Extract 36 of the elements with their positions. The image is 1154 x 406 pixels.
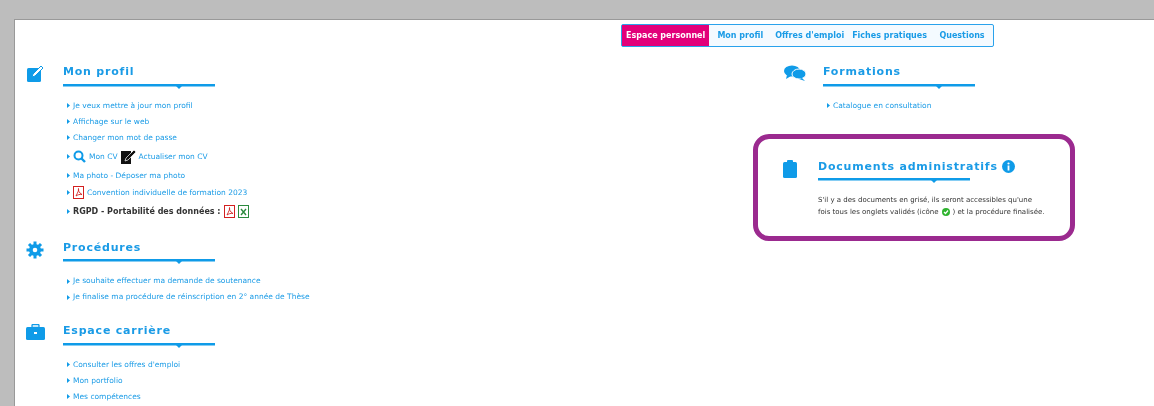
check-icon [941,208,950,216]
bullet-arrow-icon [67,378,70,383]
bullet-arrow-icon [67,119,70,124]
bullet-arrow-icon [67,362,70,367]
nav-tab[interactable]: Offres d'emploi [771,25,849,46]
bullet-arrow-icon [67,394,70,399]
nav-tab[interactable]: Questions [931,25,993,46]
bullet-arrow-icon [67,294,70,300]
gear-icon [26,240,44,259]
section-heading: Documents administratifs [818,158,998,175]
section-heading: Procédures [63,239,142,256]
nav-tab[interactable]: Espace personnel [622,25,710,46]
bullet-arrow-icon [67,154,70,159]
bullet-arrow-icon [67,173,70,178]
spreadsheet-file-icon[interactable] [237,205,249,218]
nav-tab[interactable]: Fiches pratiques [848,25,931,46]
document-edit-icon[interactable] [120,149,136,164]
pdf-file-icon[interactable] [73,186,84,199]
bullet-arrow-icon [67,209,70,214]
bullet-arrow-icon [827,103,830,108]
search-icon[interactable] [73,150,86,163]
data-portability-label: RGPD - Portabilité des données : [73,205,221,218]
section-heading: Mon profil [63,64,135,80]
info-icon[interactable] [1001,160,1015,174]
section-heading: Formations [823,64,901,80]
section-heading: Espace carrière [63,323,172,339]
bullet-arrow-icon [67,190,70,195]
bullet-arrow-icon [67,278,70,284]
bullet-arrow-icon [67,103,70,108]
chat-icon [784,65,806,81]
edit-icon [26,65,44,83]
bullet-arrow-icon [67,135,70,140]
nav-tab[interactable]: Mon profil [709,25,772,46]
clipboard-icon [783,159,797,178]
pdf-file-icon[interactable] [223,205,235,218]
briefcase-icon [25,324,45,340]
